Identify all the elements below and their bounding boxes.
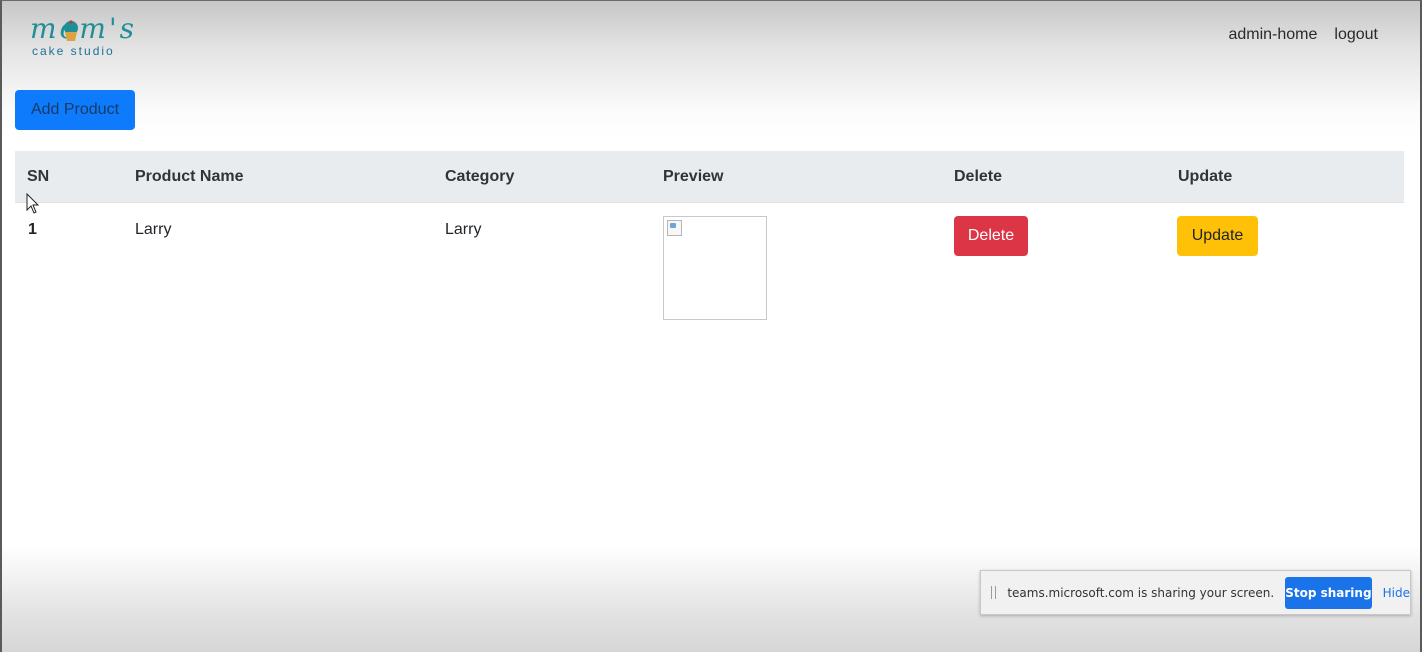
sharing-message: teams.microsoft.com is sharing your scre… [1007,585,1275,600]
broken-image-icon [667,220,682,236]
products-table: SN Product Name Category Preview Delete … [15,151,1404,331]
table-row: 1 Larry Larry Delete Update [15,151,1404,331]
brand-logo[interactable]: mom's cake studio [30,14,134,60]
logo-subtitle: cake studio [32,44,115,58]
product-preview-image [663,216,767,320]
cupcake-icon [64,20,78,41]
mouse-pointer-icon [26,193,40,214]
delete-button[interactable]: Delete [954,216,1028,256]
nav-logout-link[interactable]: logout [1334,26,1378,44]
cell-product-name: Larry [135,221,172,238]
screen-sharing-bar: teams.microsoft.com is sharing your scre… [980,570,1411,615]
add-product-button[interactable]: Add Product [15,90,135,130]
hide-link[interactable]: Hide [1383,586,1410,600]
cell-sn: 1 [28,221,37,238]
stop-sharing-button[interactable]: Stop sharing [1285,576,1372,609]
top-nav: admin-home logout [1228,26,1378,44]
drag-handle-icon[interactable] [991,586,997,599]
logo-script-text: mom's [30,12,138,45]
cell-category: Larry [445,221,482,238]
nav-admin-home-link[interactable]: admin-home [1228,26,1317,44]
update-button[interactable]: Update [1177,216,1258,256]
